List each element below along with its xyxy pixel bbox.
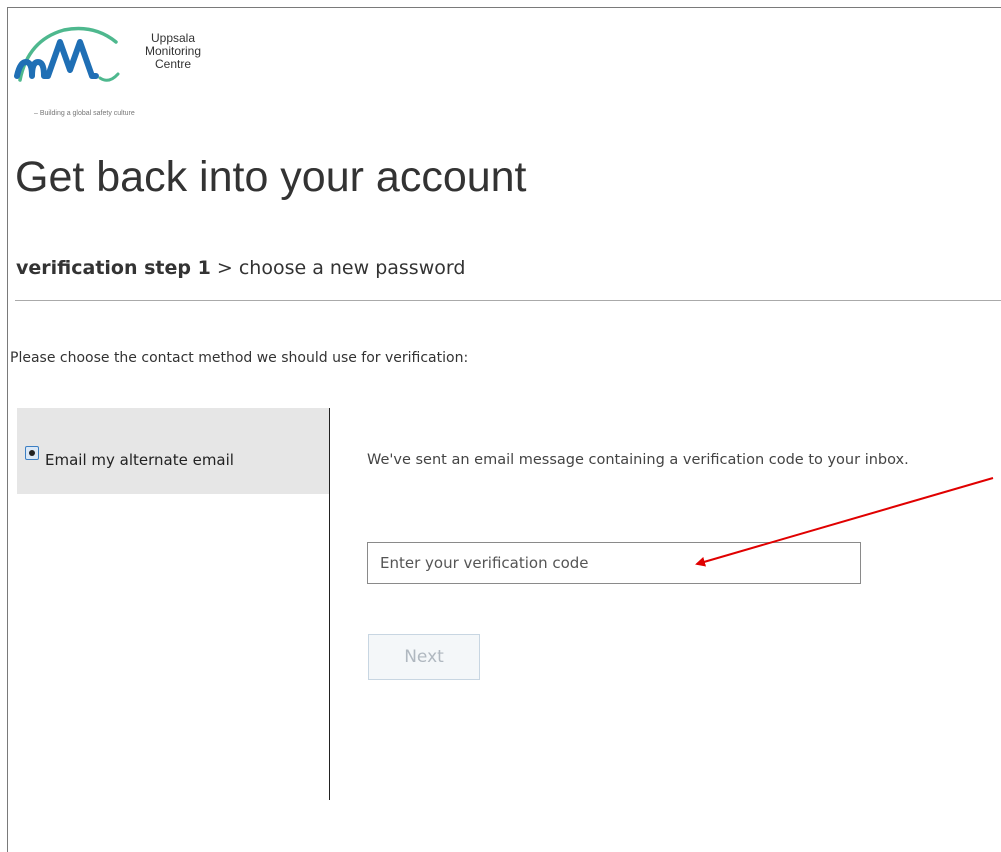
umc-logo-icon xyxy=(14,26,120,82)
logo-wordmark: Uppsala Monitoring Centre xyxy=(128,32,218,71)
next-button[interactable]: Next xyxy=(368,634,480,680)
verification-code-input[interactable] xyxy=(367,542,861,584)
contact-method-list: Email my alternate email xyxy=(17,408,330,800)
code-sent-message: We've sent an email message containing a… xyxy=(367,452,909,468)
instructions-text: Please choose the contact method we shou… xyxy=(10,350,469,366)
step-next: choose a new password xyxy=(238,257,466,279)
page-title: Get back into your account xyxy=(15,153,527,201)
step-separator: > xyxy=(216,257,233,279)
logo-tagline: – Building a global safety culture xyxy=(34,110,135,117)
step-current: verification step 1 xyxy=(16,257,211,279)
logo-line-3: Centre xyxy=(154,57,192,71)
method-radio[interactable] xyxy=(25,446,39,460)
method-option-alternate-email[interactable]: Email my alternate email xyxy=(17,408,329,494)
radio-selected-dot xyxy=(29,450,35,456)
step-breadcrumb: verification step 1 > choose a new passw… xyxy=(16,257,465,279)
logo: Uppsala Monitoring Centre – Building a g… xyxy=(14,20,214,125)
header-divider xyxy=(15,300,1001,301)
method-label: Email my alternate email xyxy=(45,451,234,469)
